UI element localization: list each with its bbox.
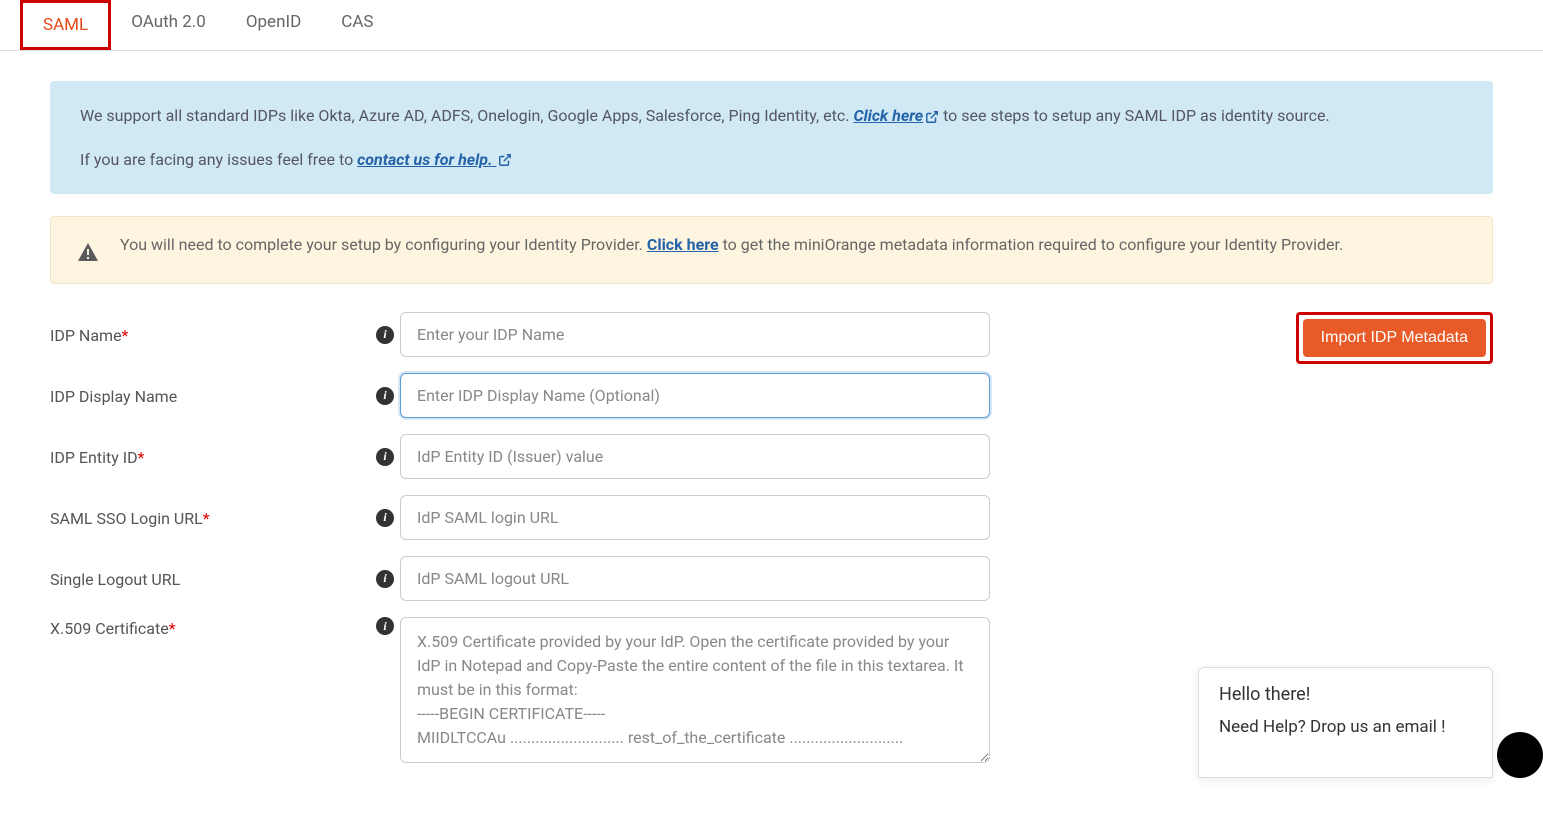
info-icon[interactable]: i bbox=[376, 448, 394, 466]
warning-banner: You will need to complete your setup by … bbox=[50, 216, 1493, 284]
click-here-idp-steps-link[interactable]: Click here bbox=[853, 106, 939, 125]
info-text: We support all standard IDPs like Okta, … bbox=[80, 106, 853, 125]
info-banner: We support all standard IDPs like Okta, … bbox=[50, 81, 1493, 194]
tab-cas[interactable]: CAS bbox=[321, 0, 393, 50]
click-here-metadata-link[interactable]: Click here bbox=[647, 235, 719, 254]
idp-name-label: IDP Name* bbox=[50, 324, 370, 345]
idp-name-input[interactable] bbox=[400, 312, 990, 357]
external-link-icon bbox=[498, 153, 512, 167]
warning-icon bbox=[76, 241, 100, 265]
single-logout-url-label: Single Logout URL bbox=[50, 568, 370, 589]
saml-sso-login-url-label: SAML SSO Login URL* bbox=[50, 507, 370, 528]
contact-us-link[interactable]: contact us for help. bbox=[357, 150, 512, 169]
info-icon[interactable]: i bbox=[376, 570, 394, 588]
idp-entity-id-input[interactable] bbox=[400, 434, 990, 479]
idp-entity-id-label: IDP Entity ID* bbox=[50, 446, 370, 467]
chat-prompt: Need Help? Drop us an email ! bbox=[1219, 717, 1472, 737]
saml-sso-login-url-input[interactable] bbox=[400, 495, 990, 540]
info-icon[interactable]: i bbox=[376, 326, 394, 344]
tab-openid[interactable]: OpenID bbox=[226, 0, 321, 50]
warning-text: You will need to complete your setup by … bbox=[120, 235, 647, 254]
tab-saml[interactable]: SAML bbox=[20, 0, 111, 50]
idp-display-name-label: IDP Display Name bbox=[50, 385, 370, 406]
info-text: If you are facing any issues feel free t… bbox=[80, 150, 357, 169]
chat-greeting: Hello there! bbox=[1219, 684, 1472, 705]
warning-text: to get the miniOrange metadata informati… bbox=[723, 235, 1344, 254]
import-idp-metadata-button[interactable]: Import IDP Metadata bbox=[1303, 319, 1486, 357]
info-icon[interactable]: i bbox=[376, 617, 394, 635]
info-icon[interactable]: i bbox=[376, 387, 394, 405]
tab-oauth[interactable]: OAuth 2.0 bbox=[111, 0, 226, 50]
external-link-icon bbox=[925, 110, 939, 124]
tabs-bar: SAML OAuth 2.0 OpenID CAS bbox=[0, 0, 1543, 51]
chat-fab-button[interactable] bbox=[1497, 732, 1543, 778]
info-icon[interactable]: i bbox=[376, 509, 394, 527]
single-logout-url-input[interactable] bbox=[400, 556, 990, 601]
chat-widget[interactable]: Hello there! Need Help? Drop us an email… bbox=[1198, 667, 1493, 778]
x509-cert-input[interactable] bbox=[400, 617, 990, 763]
x509-cert-label: X.509 Certificate* bbox=[50, 617, 370, 638]
idp-display-name-input[interactable] bbox=[400, 373, 990, 418]
info-text: to see steps to setup any SAML IDP as id… bbox=[943, 106, 1330, 125]
